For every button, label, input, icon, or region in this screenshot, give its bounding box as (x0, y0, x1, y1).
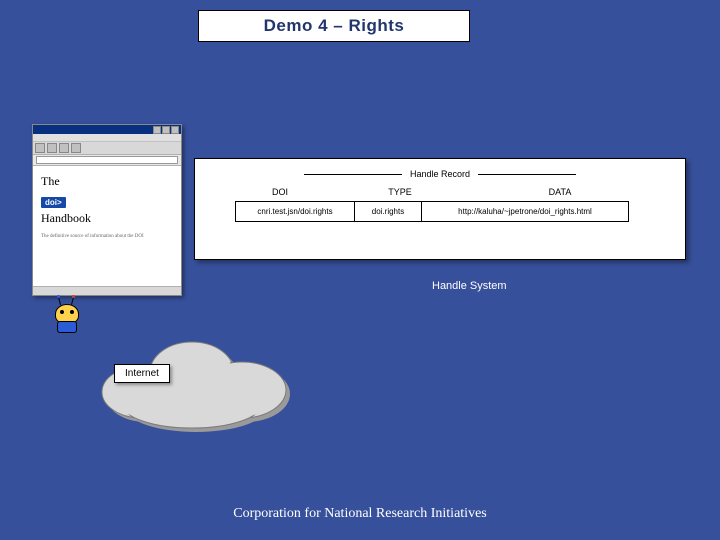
divider-right (478, 174, 576, 175)
cell-type: doi.rights (355, 201, 422, 222)
browser-statusbar (33, 286, 181, 295)
col-data: DATA (435, 187, 685, 197)
handle-system-label: Handle System (432, 280, 507, 292)
browser-toolbar (33, 142, 181, 155)
slide-title-box: Demo 4 – Rights (198, 10, 470, 42)
agent-icon (50, 298, 84, 332)
toolbar-back-icon[interactable] (35, 143, 45, 153)
internet-label: Internet (114, 364, 170, 383)
toolbar-forward-icon[interactable] (47, 143, 57, 153)
browser-menubar (33, 134, 181, 142)
handle-record-panel: Handle Record DOI TYPE DATA cnri.test.js… (194, 158, 686, 260)
close-icon[interactable] (171, 126, 179, 134)
record-row: cnri.test.jsn/doi.rights doi.rights http… (235, 201, 685, 222)
content-subtitle: The definitive source of information abo… (41, 234, 175, 241)
browser-content: The doi> Handbook The definitive source … (33, 166, 181, 247)
col-doi: DOI (195, 187, 365, 197)
divider-left (304, 174, 402, 175)
maximize-icon[interactable] (162, 126, 170, 134)
cell-data: http://kaluha/~jpetrone/doi_rights.html (422, 201, 629, 222)
browser-titlebar (33, 125, 181, 134)
browser-urlbar (33, 155, 181, 166)
footer-text: Corporation for National Research Initia… (0, 506, 720, 522)
cell-doi: cnri.test.jsn/doi.rights (235, 201, 355, 222)
slide-title: Demo 4 – Rights (264, 16, 405, 36)
record-heading-row: Handle Record (195, 169, 685, 179)
record-column-headers: DOI TYPE DATA (195, 187, 685, 197)
col-type: TYPE (365, 187, 435, 197)
record-heading: Handle Record (410, 169, 470, 179)
minimize-icon[interactable] (153, 126, 161, 134)
toolbar-home-icon[interactable] (71, 143, 81, 153)
content-line-the: The (41, 174, 175, 189)
content-line-handbook: Handbook (41, 211, 175, 226)
browser-window: The doi> Handbook The definitive source … (32, 124, 182, 296)
doi-badge: doi> (41, 197, 66, 208)
url-input[interactable] (36, 156, 178, 164)
toolbar-reload-icon[interactable] (59, 143, 69, 153)
internet-cloud: Internet (92, 322, 312, 442)
